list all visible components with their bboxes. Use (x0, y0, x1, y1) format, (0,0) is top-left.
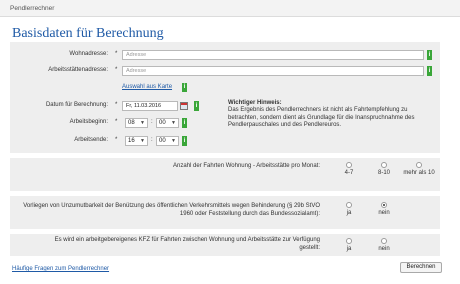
datum-input[interactable]: Fr, 11.03.2016 (122, 101, 178, 111)
faq-link[interactable]: Häufige Fragen zum Pendlerrechner (12, 266, 109, 272)
arbeitsbeginn-minute-select[interactable]: 00 ▼ (156, 118, 179, 128)
unzumutbarkeit-radio-nein[interactable] (381, 202, 387, 208)
kfz-radio-ja[interactable] (346, 238, 352, 244)
datum-label: Datum für Berechnung: (45, 102, 108, 108)
calculate-button[interactable]: Berechnen (400, 262, 442, 273)
wohnadresse-label: Wohnadresse: (69, 51, 108, 57)
calendar-icon[interactable] (180, 102, 188, 110)
fahrten-radio-4-7[interactable] (346, 162, 352, 168)
datum-info-icon[interactable]: i (194, 101, 199, 111)
fahrten-option-label: 4-7 (344, 170, 354, 176)
arbeitsende-minute-select[interactable]: 00 ▼ (156, 136, 179, 146)
arbeitsende-info-icon[interactable]: i (182, 136, 187, 146)
fahrten-radio-mehr-als-10[interactable] (416, 162, 422, 168)
important-notice: Wichtiger Hinweis: Das Ergebnis des Pend… (228, 100, 433, 130)
unzumutbarkeit-option-label: ja (346, 210, 352, 216)
chevron-down-icon: ▼ (140, 138, 145, 144)
map-select-link[interactable]: Auswahl aus Karte (122, 84, 172, 90)
arbeitsadresse-input[interactable]: Adresse (122, 66, 424, 76)
required-mark: * (115, 102, 118, 108)
app-header: Pendlerrechner (0, 0, 460, 17)
arbeitsbeginn-hour-select[interactable]: 08 ▼ (125, 118, 148, 128)
chevron-down-icon: ▼ (140, 120, 145, 126)
fahrten-option-label: 8-10 (377, 170, 390, 176)
arbeitsbeginn-label: Arbeitsbeginn: (69, 119, 108, 125)
time-separator: : (151, 119, 153, 125)
arbeitsadresse-info-icon[interactable]: i (427, 66, 432, 76)
chevron-down-icon: ▼ (171, 120, 176, 126)
kfz-option-label: ja (346, 246, 352, 252)
kfz-radio-nein[interactable] (381, 238, 387, 244)
unzumutbarkeit-option-label: nein (378, 210, 390, 216)
fahrten-question: Anzahl der Fahrten Wohnung - Arbeitsstät… (173, 163, 320, 169)
unzumutbarkeit-radio-ja[interactable] (346, 202, 352, 208)
wohnadresse-input[interactable]: Adresse (122, 50, 424, 60)
required-mark: * (115, 137, 118, 143)
notice-title: Wichtiger Hinweis: (228, 100, 282, 106)
notice-text: Das Ergebnis des Pendlerrechners ist nic… (228, 107, 415, 129)
arbeitsende-label: Arbeitsende: (74, 137, 108, 143)
wohnadresse-info-icon[interactable]: i (427, 50, 432, 60)
required-mark: * (115, 119, 118, 125)
kfz-option-label: nein (378, 246, 390, 252)
page-title: Basisdaten für Berechnung (12, 26, 164, 41)
unzumutbarkeit-question: Vorliegen von Unzumutbarkeit der Benützu… (23, 203, 320, 217)
fahrten-option-label: mehr als 10 (403, 170, 435, 176)
arbeitsbeginn-info-icon[interactable]: i (182, 118, 187, 128)
map-info-icon[interactable]: i (182, 83, 187, 92)
time-separator: : (151, 137, 153, 143)
required-mark: * (115, 51, 118, 57)
required-mark: * (115, 67, 118, 73)
kfz-question: Es wird ein arbeitgebereigenes KFZ für F… (54, 237, 320, 251)
chevron-down-icon: ▼ (171, 138, 176, 144)
app-title: Pendlerrechner (10, 5, 55, 12)
arbeitsadresse-label: Arbeitsstättenadresse: (48, 67, 108, 73)
fahrten-radio-8-10[interactable] (381, 162, 387, 168)
arbeitsende-hour-select[interactable]: 16 ▼ (125, 136, 148, 146)
